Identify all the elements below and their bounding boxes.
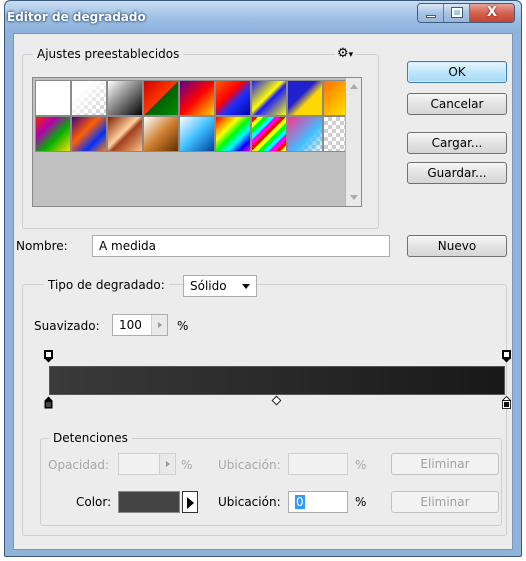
preset-swatch[interactable] <box>71 80 107 116</box>
chevron-down-icon: ▾ <box>348 50 354 60</box>
opacity-location-input <box>288 453 348 475</box>
smoothness-stepper[interactable] <box>151 315 167 335</box>
name-input[interactable]: A medida <box>92 235 390 257</box>
opacity-location-unit: % <box>355 458 367 472</box>
preset-swatch[interactable] <box>179 116 215 152</box>
chevron-down-icon <box>242 284 250 289</box>
smoothness-label: Suavizado: <box>34 319 100 333</box>
gradient-editor-window: Editor de degradado X Ajustes preestable… <box>4 0 522 557</box>
color-stop-left-selected[interactable] <box>44 396 53 409</box>
window-title: Editor de degradado <box>7 10 146 24</box>
minimize-icon <box>426 15 436 18</box>
color-location-label: Ubicación: <box>218 495 281 509</box>
cancel-button[interactable]: Cancelar <box>407 93 507 115</box>
caption-buttons: X <box>417 3 515 23</box>
close-button[interactable]: X <box>470 4 514 22</box>
presets-scrollbar[interactable] <box>345 78 361 206</box>
opacity-stop-left[interactable] <box>44 350 53 363</box>
gear-icon[interactable]: ⚙▾ <box>335 46 356 61</box>
gradient-type-value: Sólido <box>190 279 227 293</box>
preset-swatch[interactable] <box>143 116 179 152</box>
preset-swatch[interactable] <box>107 80 143 116</box>
preset-swatch[interactable] <box>215 80 251 116</box>
name-label: Nombre: <box>16 239 68 253</box>
preset-swatch[interactable] <box>287 116 323 152</box>
maximize-icon <box>451 7 463 18</box>
smoothness-input[interactable]: 100 <box>112 314 168 336</box>
load-button[interactable]: Cargar... <box>407 132 507 154</box>
preset-swatch[interactable] <box>251 116 287 152</box>
preset-swatch[interactable] <box>35 80 71 116</box>
gradient-preview-bar[interactable] <box>49 366 505 395</box>
maximize-button[interactable] <box>444 4 470 22</box>
preset-swatch[interactable] <box>107 116 143 152</box>
smoothness-value: 100 <box>119 318 142 332</box>
preset-swatch[interactable] <box>251 80 287 116</box>
opacity-label: Opacidad: <box>48 458 109 472</box>
presets-grid <box>35 80 359 152</box>
color-location-input[interactable]: 0 <box>288 491 348 513</box>
stop-color-swatch[interactable] <box>118 491 180 513</box>
gradient-type-select[interactable]: Sólido <box>183 275 257 297</box>
opacity-stepper <box>159 454 175 474</box>
title-bar[interactable]: Editor de degradado X <box>5 1 521 33</box>
presets-swatch-panel <box>32 77 362 207</box>
color-location-unit: % <box>355 495 367 509</box>
scroll-down-icon[interactable] <box>350 195 358 200</box>
preset-swatch[interactable] <box>71 116 107 152</box>
preset-swatch[interactable] <box>143 80 179 116</box>
smoothness-unit: % <box>177 319 189 333</box>
opacity-unit: % <box>181 458 193 472</box>
delete-color-stop-button: Eliminar <box>391 491 499 513</box>
minimize-button[interactable] <box>418 4 444 22</box>
preset-swatch[interactable] <box>215 116 251 152</box>
color-location-value: 0 <box>295 495 305 509</box>
preset-swatch[interactable] <box>35 116 71 152</box>
color-label: Color: <box>76 495 112 509</box>
preset-swatch[interactable] <box>179 80 215 116</box>
delete-opacity-stop-button: Eliminar <box>391 453 499 475</box>
ok-button[interactable]: OK <box>407 61 507 83</box>
scroll-up-icon[interactable] <box>350 84 358 89</box>
opacity-input <box>118 453 176 475</box>
gradient-type-label: Tipo de degradado: <box>44 278 169 292</box>
save-button[interactable]: Guardar... <box>407 162 507 184</box>
color-stop-right[interactable] <box>502 396 511 409</box>
dialog-body: Ajustes preestablecidos ⚙▾ OK Cancelar C… <box>13 33 513 550</box>
presets-legend: Ajustes preestablecidos <box>33 47 184 61</box>
opacity-stop-right[interactable] <box>502 350 511 363</box>
new-button[interactable]: Nuevo <box>407 235 507 257</box>
stops-legend: Detenciones <box>49 431 132 445</box>
preset-swatch[interactable] <box>287 80 323 116</box>
opacity-location-label: Ubicación: <box>218 458 281 472</box>
color-menu-arrow-icon[interactable] <box>182 491 198 513</box>
